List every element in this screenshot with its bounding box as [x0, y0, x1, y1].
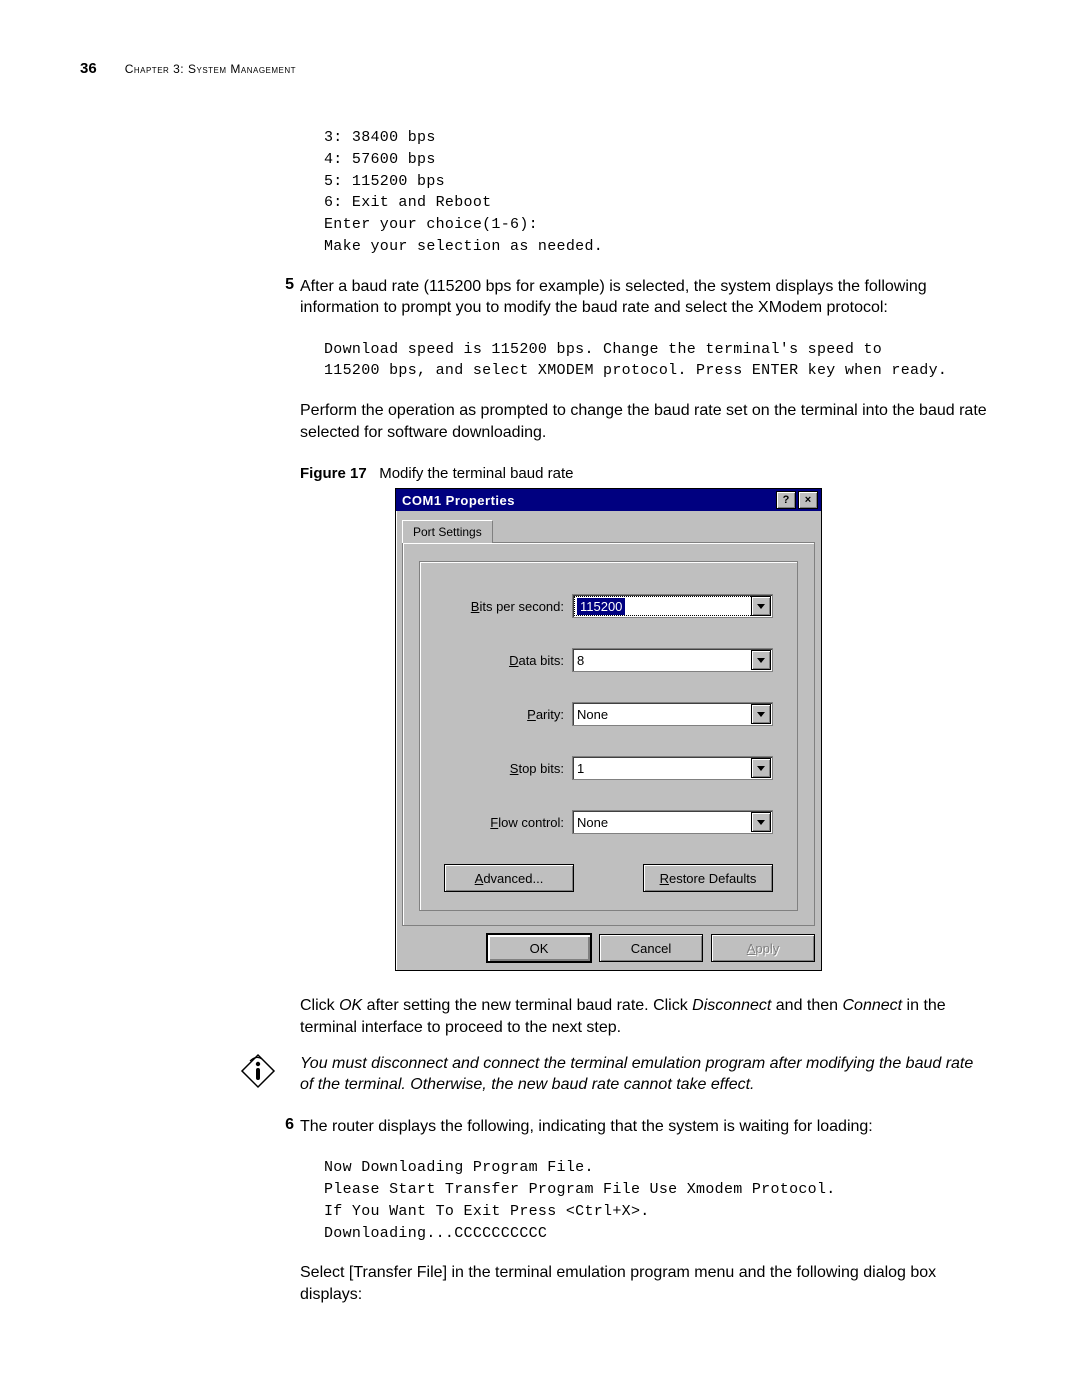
- combo-parity[interactable]: None: [572, 702, 773, 726]
- combo-bits-per-second[interactable]: 115200: [572, 594, 773, 618]
- ok-button[interactable]: OK: [487, 934, 591, 962]
- chevron-down-icon[interactable]: [751, 812, 771, 832]
- code-block-downloading: Now Downloading Program File. Please Sta…: [324, 1157, 990, 1244]
- combo-stop-bits[interactable]: 1: [572, 756, 773, 780]
- figure-caption: Figure 17 Modify the terminal baud rate: [300, 465, 990, 482]
- chevron-down-icon[interactable]: [751, 704, 771, 724]
- cancel-button[interactable]: Cancel: [599, 934, 703, 962]
- dialog-title: COM1 Properties: [402, 493, 774, 508]
- info-icon: [240, 1053, 276, 1089]
- paragraph-select-transfer: Select [Transfer File] in the terminal e…: [300, 1262, 990, 1305]
- label-flow-control: Flow control:: [444, 815, 572, 830]
- label-bits-per-second: Bits per second:: [444, 599, 572, 614]
- paragraph-perform: Perform the operation as prompted to cha…: [300, 400, 990, 443]
- label-data-bits: Data bits:: [444, 653, 572, 668]
- com1-properties-dialog: COM1 Properties ? × Port Settings Bits p…: [395, 488, 822, 971]
- chevron-down-icon[interactable]: [751, 650, 771, 670]
- help-icon[interactable]: ?: [776, 491, 796, 509]
- code-block-baud-menu: 3: 38400 bps 4: 57600 bps 5: 115200 bps …: [324, 127, 990, 258]
- apply-button[interactable]: Apply: [711, 934, 815, 962]
- step-5-text: After a baud rate (115200 bps for exampl…: [300, 276, 990, 333]
- advanced-button[interactable]: Advanced...: [444, 864, 574, 892]
- dialog-titlebar[interactable]: COM1 Properties ? ×: [396, 489, 821, 511]
- combo-data-bits[interactable]: 8: [572, 648, 773, 672]
- restore-defaults-button[interactable]: Restore Defaults: [643, 864, 773, 892]
- step-number-5: 5: [270, 276, 294, 333]
- step-number-6: 6: [270, 1116, 294, 1152]
- label-parity: Parity:: [444, 707, 572, 722]
- page-number: 36: [80, 60, 97, 77]
- code-block-download-speed: Download speed is 115200 bps. Change the…: [324, 339, 990, 383]
- tab-port-settings[interactable]: Port Settings: [402, 520, 493, 543]
- chevron-down-icon[interactable]: [751, 596, 771, 616]
- paragraph-click-ok: Click OK after setting the new terminal …: [300, 995, 990, 1038]
- chevron-down-icon[interactable]: [751, 758, 771, 778]
- page-header: 36 Chapter 3: System Management: [80, 60, 990, 77]
- step-6-text: The router displays the following, indic…: [300, 1116, 873, 1152]
- close-icon[interactable]: ×: [798, 491, 818, 509]
- chapter-label: Chapter 3: System Management: [125, 62, 296, 76]
- info-note: You must disconnect and connect the term…: [300, 1053, 990, 1110]
- label-stop-bits: Stop bits:: [444, 761, 572, 776]
- combo-flow-control[interactable]: None: [572, 810, 773, 834]
